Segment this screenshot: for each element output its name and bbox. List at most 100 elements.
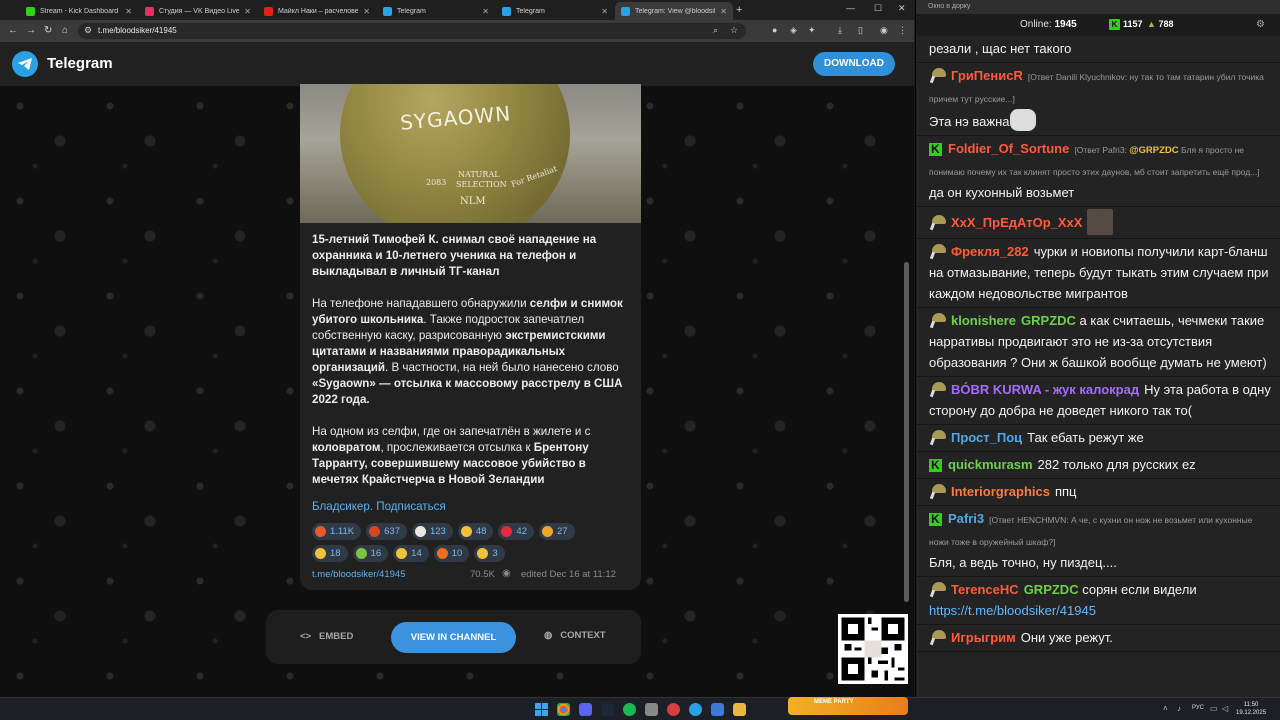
chat-username[interactable]: klonishere (951, 313, 1016, 328)
telegram-icon[interactable] (689, 703, 702, 716)
reaction-button[interactable]: 637 (366, 523, 407, 540)
close-tab-icon[interactable]: ✕ (125, 7, 132, 16)
reload-icon[interactable]: ↻ (44, 25, 52, 36)
extension-icon[interactable]: ◈ (790, 25, 797, 36)
clock[interactable]: 11:50 19.12.2025 (1236, 701, 1266, 717)
home-icon[interactable]: ⌂ (62, 25, 68, 36)
post-text-run: На одном из селфи, где он запечатлён в ж… (312, 425, 591, 438)
site-info-icon[interactable]: ⚙ (84, 25, 92, 36)
chat-username[interactable]: Прост_Поц (951, 430, 1022, 445)
language-indicator[interactable]: РУС (1192, 705, 1204, 711)
tab-favicon-icon (383, 6, 392, 16)
chat-username[interactable]: Игрыгрим (951, 630, 1016, 645)
forward-icon[interactable]: → (26, 25, 36, 36)
chat-username[interactable]: TerenceHC (951, 582, 1019, 597)
close-tab-icon[interactable]: ✕ (720, 7, 727, 16)
embed-button[interactable]: <> EMBED (300, 631, 353, 642)
settings-icon[interactable]: ⚙ (1256, 19, 1265, 30)
url-bar[interactable]: ⚙ t.me/bloodsiker/41945 (78, 23, 746, 39)
reaction-button[interactable]: 1.11K (312, 523, 362, 540)
chat-link[interactable]: https://t.me/bloodsiker/41945 (929, 603, 1096, 618)
reaction-button[interactable]: 16 (352, 545, 389, 562)
close-tab-icon[interactable]: ✕ (482, 7, 489, 16)
close-tab-icon[interactable]: ✕ (244, 7, 251, 16)
post-text-run: «Sygaown» — отсылка к массовому расстрел… (312, 377, 623, 406)
chevron-up-icon[interactable]: ˄ (1163, 704, 1168, 713)
chat-username[interactable]: Pafri3 (948, 511, 984, 526)
helmet-avatar-icon (929, 243, 947, 260)
volume-icon[interactable]: ♪ (1177, 704, 1181, 713)
chat-stats-bar: Online: 1945 K 1157 ▲ 788 ⚙ (916, 14, 1280, 36)
close-window-icon[interactable]: ✕ (898, 3, 906, 14)
app-icon[interactable] (645, 703, 658, 716)
close-tab-icon[interactable]: ✕ (601, 7, 608, 16)
steam-icon[interactable] (601, 703, 614, 716)
reaction-button[interactable]: 123 (411, 523, 453, 540)
reaction-button[interactable]: 27 (539, 523, 575, 540)
browser-tab[interactable]: Stream - Kick Dashboard ✕ (20, 2, 138, 20)
network-icon[interactable]: ▭ (1210, 704, 1218, 713)
extension-icon[interactable]: ● (772, 25, 777, 35)
reaction-button[interactable]: 10 (433, 545, 470, 562)
chat-username[interactable]: Interiorgraphics (951, 484, 1050, 499)
close-tab-icon[interactable]: ✕ (363, 7, 370, 16)
view-in-channel-button[interactable]: VIEW IN CHANNEL (391, 622, 516, 653)
eye-icon: ◉ (502, 568, 511, 579)
page-scrollbar[interactable] (904, 262, 909, 602)
browser-tab[interactable]: Майкл Наки – расчеловечива... ✕ (258, 2, 376, 20)
reaction-button[interactable]: 48 (457, 523, 494, 540)
menu-icon[interactable]: ⋮ (898, 25, 907, 36)
chat-message: Interiorgraphics ппц (916, 479, 1280, 506)
post-link[interactable]: t.me/bloodsiker/41945 (312, 569, 405, 580)
helmet-avatar-icon (929, 214, 947, 231)
subscribe-link[interactable]: Бладсикер. Подписаться (312, 500, 446, 513)
reaction-button[interactable]: 14 (393, 545, 429, 562)
puzzle-icon[interactable]: ✦ (808, 25, 816, 36)
post-headline: 15-летний Тимофей К. снимал своё нападен… (312, 233, 597, 278)
browser-tab[interactable]: Студия — VK Видео Live ✕ (139, 2, 257, 20)
maximize-icon[interactable]: ☐ (874, 3, 882, 14)
obs-icon[interactable] (667, 703, 680, 716)
new-tab-button[interactable]: + (736, 4, 742, 16)
folder-icon[interactable] (733, 703, 746, 716)
thumbs-up-icon (460, 526, 472, 537)
back-icon[interactable]: ← (8, 25, 18, 36)
profile-icon[interactable]: ◉ (880, 25, 888, 36)
chat-mention[interactable]: GRPZDC (1024, 582, 1079, 597)
download-icon[interactable]: ⤓ (838, 25, 842, 36)
chat-message-text: Эта нэ важна (929, 114, 1010, 129)
sidebar-icon[interactable]: ▯ (858, 25, 863, 36)
browser-tab[interactable]: Telegram: View @bloodsiker ✕ (615, 2, 733, 20)
download-button[interactable]: DOWNLOAD (813, 52, 895, 76)
tab-favicon-icon (621, 6, 630, 16)
browser-tab[interactable]: Telegram ✕ (377, 2, 495, 20)
bookmark-star-icon[interactable]: ☆ (730, 25, 738, 36)
app-icon[interactable] (711, 703, 724, 716)
chrome-icon[interactable] (557, 703, 570, 716)
minimize-icon[interactable]: — (846, 3, 855, 13)
clown-face-icon (414, 526, 426, 537)
chat-mention[interactable]: GRPZDC (1021, 313, 1076, 328)
address-toolbar: ← → ↻ ⌂ ⚙ t.me/bloodsiker/41945 ⌕ ☆ ● ◈ … (0, 20, 914, 42)
chat-username[interactable]: ГриПенисR (951, 68, 1023, 83)
reaction-button[interactable]: 3 (474, 545, 505, 562)
online-label: Online: (1020, 19, 1052, 30)
reaction-button[interactable]: 18 (312, 545, 348, 562)
chat-username[interactable]: Foldier_Of_Sortune (948, 141, 1069, 156)
search-icon[interactable]: ⌕ (713, 25, 718, 36)
reaction-button[interactable]: 42 (498, 523, 534, 540)
spotify-icon[interactable] (623, 703, 636, 716)
browser-tab[interactable]: Telegram ✕ (496, 2, 614, 20)
telegram-title[interactable]: Telegram (47, 55, 113, 72)
telegram-logo-icon[interactable] (12, 51, 38, 77)
context-button[interactable]: ◍ CONTEXT (544, 630, 606, 641)
post-photo[interactable]: SYGAOWN 2083 NATURAL SELECTION NLM For R… (300, 84, 641, 223)
chat-username[interactable]: quickmurasm (948, 457, 1033, 472)
speaker-icon[interactable]: ◁ (1222, 704, 1228, 713)
chat-username[interactable]: Фрекля_282 (951, 244, 1029, 259)
windows-start-icon[interactable] (535, 703, 548, 716)
meme-party-widget[interactable]: MEME PARTY (788, 697, 908, 715)
chat-username[interactable]: XxX_ПрЕдАтОр_XxX (951, 215, 1082, 230)
chat-username[interactable]: BÓBR KURWA - жук калокрад (951, 382, 1139, 397)
discord-icon[interactable] (579, 703, 592, 716)
